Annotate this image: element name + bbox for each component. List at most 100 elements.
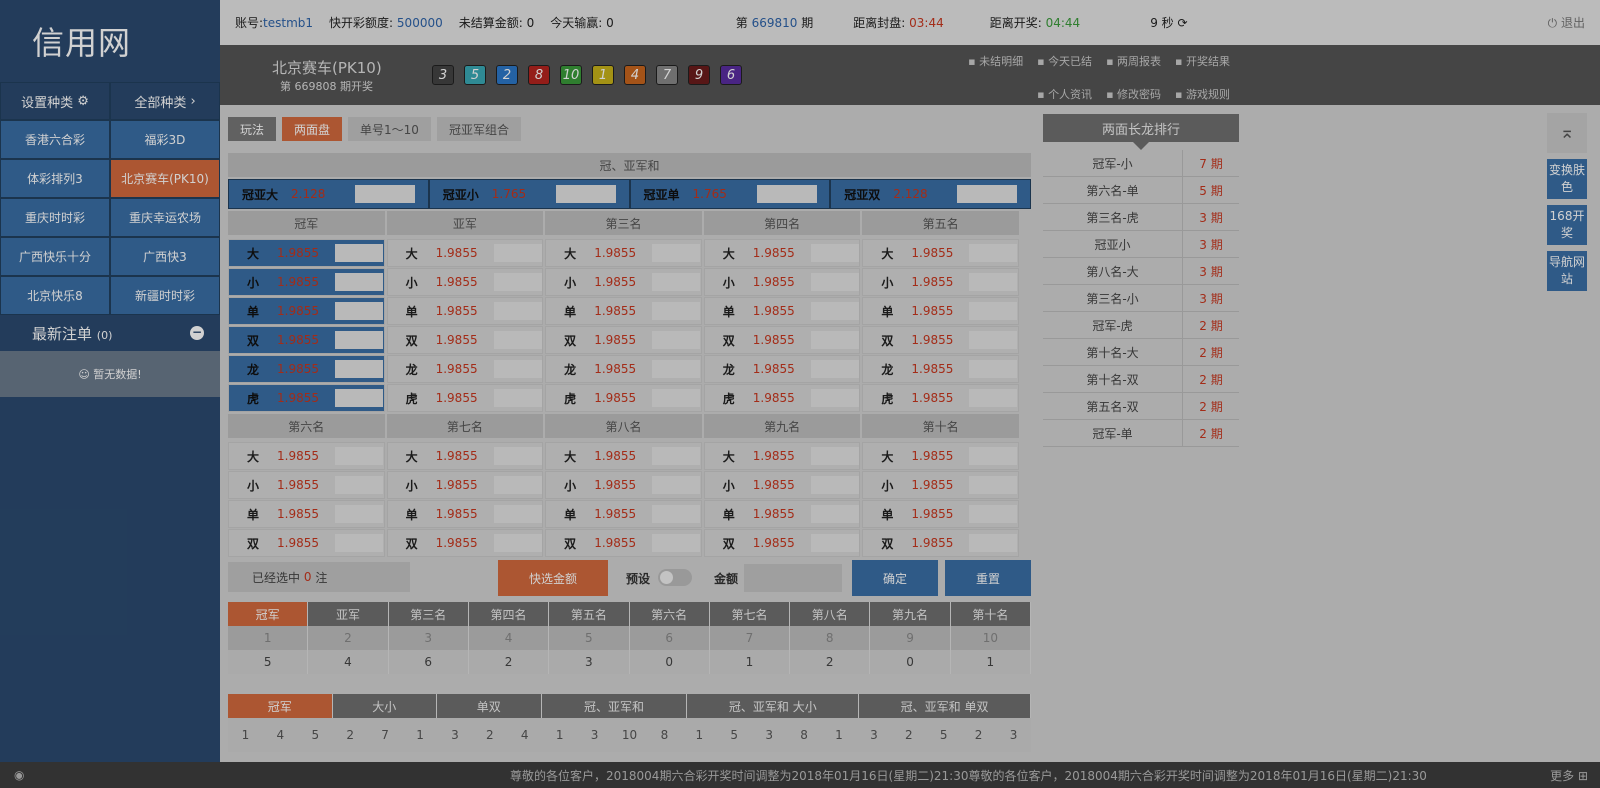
bet-cell[interactable]: 双 1.9855	[862, 326, 1019, 354]
bet-cell[interactable]: 虎 1.9855	[703, 384, 861, 412]
tab-single-number[interactable]: 单号1～10	[348, 117, 431, 141]
bet-cell[interactable]: 龙 1.9855	[228, 355, 385, 383]
bet-amount-input[interactable]	[493, 331, 542, 349]
combo-amount-input[interactable]	[355, 185, 415, 203]
header-link[interactable]: ▪ 开奖结果	[1175, 53, 1230, 69]
bet-cell[interactable]: 龙 1.9855	[703, 355, 861, 383]
bet-cell[interactable]: 小 1.9855	[703, 268, 861, 296]
sidebar-game-item[interactable]: 广西快3	[110, 237, 220, 276]
bet-cell[interactable]: 单 1.9855	[228, 297, 385, 325]
combo-cell[interactable]: 冠亚双 2.128	[830, 179, 1031, 209]
bet-amount-input[interactable]	[493, 389, 542, 407]
bet-amount-input[interactable]	[810, 331, 859, 349]
amount-input[interactable]	[744, 564, 842, 592]
stat-header[interactable]: 第八名	[790, 602, 871, 626]
bet-cell[interactable]: 双 1.9855	[545, 529, 702, 557]
sidebar-game-item[interactable]: 香港六合彩	[0, 120, 110, 159]
bet-amount-input[interactable]	[652, 476, 701, 494]
combo-amount-input[interactable]	[756, 185, 817, 203]
bet-cell[interactable]: 小 1.9855	[228, 471, 385, 499]
bet-amount-input[interactable]	[969, 273, 1018, 291]
bet-cell[interactable]: 单 1.9855	[862, 297, 1019, 325]
bet-cell[interactable]: 大 1.9855	[386, 442, 544, 470]
sidebar-game-item[interactable]: 新疆时时彩	[110, 276, 220, 315]
bet-cell[interactable]: 双 1.9855	[228, 326, 385, 354]
bet-cell[interactable]: 双 1.9855	[386, 326, 544, 354]
bet-amount-input[interactable]	[969, 302, 1018, 320]
bet-amount-input[interactable]	[335, 476, 383, 494]
refresh-icon[interactable]: ⟳	[1177, 16, 1187, 30]
sidebar-game-item[interactable]: 北京快乐8	[0, 276, 110, 315]
bet-cell[interactable]: 单 1.9855	[703, 500, 861, 528]
stat-header[interactable]: 第五名	[549, 602, 630, 626]
stat-header[interactable]: 第三名	[388, 602, 469, 626]
right-tool-button[interactable]: 168开奖	[1547, 205, 1587, 245]
scroll-top-icon[interactable]: ⌅	[1547, 113, 1587, 153]
collapse-icon[interactable]: −	[190, 326, 204, 340]
bet-amount-input[interactable]	[335, 505, 383, 523]
tab-champion-combo[interactable]: 冠亚军组合	[436, 117, 521, 141]
logout-link[interactable]: ⏻ 退出	[1548, 14, 1585, 31]
bet-amount-input[interactable]	[652, 360, 701, 378]
bet-amount-input[interactable]	[652, 302, 701, 320]
bet-amount-input[interactable]	[335, 534, 383, 552]
preset-toggle[interactable]	[658, 569, 692, 586]
sidebar-game-item[interactable]: 重庆幸运农场	[110, 198, 220, 237]
bet-amount-input[interactable]	[335, 360, 383, 378]
header-link[interactable]: ▪ 两周报表	[1106, 53, 1161, 69]
bet-amount-input[interactable]	[335, 244, 383, 262]
bet-amount-input[interactable]	[493, 273, 542, 291]
bet-amount-input[interactable]	[652, 534, 701, 552]
trend-tab[interactable]: 冠、亚军和 大小	[687, 694, 860, 718]
bet-amount-input[interactable]	[810, 302, 859, 320]
bet-amount-input[interactable]	[969, 476, 1018, 494]
bet-amount-input[interactable]	[652, 331, 701, 349]
bet-amount-input[interactable]	[969, 331, 1018, 349]
bet-amount-input[interactable]	[969, 534, 1018, 552]
combo-cell[interactable]: 冠亚单 1.765	[629, 179, 831, 209]
stat-header[interactable]: 第九名	[870, 602, 951, 626]
bet-cell[interactable]: 小 1.9855	[862, 268, 1019, 296]
combo-cell[interactable]: 冠亚大 2.128	[228, 179, 429, 209]
all-category-button[interactable]: 全部种类 ›	[110, 82, 220, 120]
tab-two-sides[interactable]: 两面盘	[282, 117, 343, 141]
stat-header[interactable]: 冠军	[228, 602, 309, 626]
combo-amount-input[interactable]	[555, 185, 616, 203]
bet-cell[interactable]: 虎 1.9855	[386, 384, 544, 412]
bet-cell[interactable]: 单 1.9855	[386, 297, 544, 325]
bet-cell[interactable]: 单 1.9855	[545, 297, 702, 325]
bet-cell[interactable]: 大 1.9855	[545, 442, 702, 470]
bet-cell[interactable]: 虎 1.9855	[228, 384, 385, 412]
sidebar-game-item[interactable]: 福彩3D	[110, 120, 220, 159]
bet-cell[interactable]: 大 1.9855	[386, 239, 544, 267]
bet-cell[interactable]: 双 1.9855	[703, 529, 861, 557]
bet-amount-input[interactable]	[810, 505, 859, 523]
bet-cell[interactable]: 双 1.9855	[862, 529, 1019, 557]
bet-amount-input[interactable]	[969, 505, 1018, 523]
bet-amount-input[interactable]	[493, 360, 542, 378]
bet-cell[interactable]: 双 1.9855	[703, 326, 861, 354]
bet-cell[interactable]: 单 1.9855	[228, 500, 385, 528]
right-tool-button[interactable]: 导航网站	[1547, 251, 1587, 291]
trend-tab[interactable]: 大小	[332, 694, 437, 718]
reset-button[interactable]: 重置	[945, 560, 1031, 596]
bet-cell[interactable]: 龙 1.9855	[862, 355, 1019, 383]
stat-header[interactable]: 第七名	[709, 602, 791, 626]
combo-cell[interactable]: 冠亚小 1.765	[428, 179, 630, 209]
sidebar-game-item[interactable]: 广西快乐十分	[0, 237, 110, 276]
trend-tab[interactable]: 冠军	[228, 694, 333, 718]
bet-cell[interactable]: 双 1.9855	[386, 529, 544, 557]
header-link[interactable]: ▪ 未结明细	[968, 53, 1023, 69]
sidebar-game-item[interactable]: 北京赛车(PK10)	[110, 159, 220, 198]
bet-amount-input[interactable]	[652, 447, 701, 465]
bet-amount-input[interactable]	[652, 244, 701, 262]
bet-cell[interactable]: 大 1.9855	[862, 442, 1019, 470]
bet-amount-input[interactable]	[335, 273, 383, 291]
header-link[interactable]: ▪ 修改密码	[1106, 86, 1161, 102]
bet-amount-input[interactable]	[810, 244, 859, 262]
stat-header[interactable]: 第四名	[468, 602, 550, 626]
bet-cell[interactable]: 小 1.9855	[703, 471, 861, 499]
bet-cell[interactable]: 大 1.9855	[703, 239, 861, 267]
bet-amount-input[interactable]	[335, 302, 383, 320]
bet-amount-input[interactable]	[335, 389, 383, 407]
